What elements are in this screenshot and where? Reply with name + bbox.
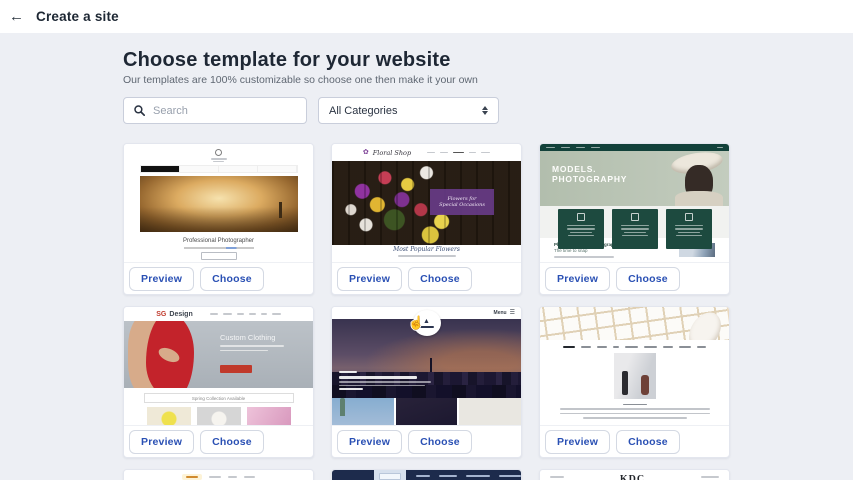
template-thumbnail-kdc[interactable]: KDC — [540, 470, 729, 480]
section-subtitle: Our templates are 100% customizable so c… — [123, 74, 478, 86]
template-thumbnail-partial-2[interactable] — [332, 470, 521, 480]
thumb-statue — [340, 398, 345, 416]
thumb-left-lines — [550, 474, 564, 480]
template-card-sg-design: SG Design Custom Clothing Spring Collect… — [123, 306, 314, 458]
template-thumbnail-sg-design[interactable]: SG Design Custom Clothing Spring Collect… — [124, 307, 313, 426]
thumb-hero-text — [339, 371, 431, 390]
back-arrow-icon[interactable]: ← — [9, 8, 27, 25]
thumb-button — [201, 252, 237, 260]
template-thumbnail-photographer[interactable]: Professional Photographer — [124, 144, 313, 263]
topbar: ← Create a site — [0, 0, 853, 33]
thumb-navbar — [124, 474, 313, 480]
choose-button[interactable]: Choose — [616, 267, 680, 291]
template-card-models-photography: MODELS. PHOTOGRAPHY Photography and vide… — [539, 143, 730, 295]
thumb-navbar — [540, 144, 729, 151]
thumb-hero-photo: ▲ — [332, 319, 521, 398]
preview-button[interactable]: Preview — [545, 430, 610, 454]
chevron-updown-icon — [482, 106, 488, 115]
thumb-brand: Floral Shop — [373, 149, 411, 157]
thumb-tagline — [184, 247, 254, 249]
template-thumbnail-keyboard-business[interactable] — [540, 307, 729, 426]
category-selected-value: All Categories — [329, 105, 397, 117]
preview-button[interactable]: Preview — [545, 267, 610, 291]
section-heading: Choose template for your website — [123, 49, 451, 72]
thumb-paragraph — [540, 404, 729, 419]
thumb-right-lines — [701, 474, 719, 480]
thumb-logo-badge: ▲ — [413, 310, 441, 336]
thumb-product-row — [124, 407, 313, 426]
template-card-kdc: KDC Preview Choose — [539, 469, 730, 480]
thumb-logo — [211, 149, 227, 162]
search-input[interactable] — [153, 105, 293, 117]
choose-button[interactable]: Choose — [408, 430, 472, 454]
template-card-partial-2: Preview Choose — [331, 469, 522, 480]
preview-button[interactable]: Preview — [129, 267, 194, 291]
thumb-navbar — [210, 313, 281, 315]
thumb-hero-title: Custom Clothing — [220, 333, 284, 351]
thumb-hero-title: MODELS. PHOTOGRAPHY — [552, 164, 627, 184]
page-title: Create a site — [36, 9, 119, 24]
thumb-center-photo — [614, 353, 656, 399]
thumb-navbar — [540, 346, 729, 348]
template-thumbnail-models-photography[interactable]: MODELS. PHOTOGRAPHY Photography and vide… — [540, 144, 729, 263]
category-select[interactable]: All Categories — [318, 97, 499, 124]
flower-icon: ✿ — [363, 149, 369, 156]
template-card-photographer: Professional Photographer Preview Choose — [123, 143, 314, 295]
thumb-keyboard-banner — [540, 307, 729, 340]
choose-button[interactable]: Choose — [200, 267, 264, 291]
thumb-hero-banner: Flowers for Special Occasions — [430, 189, 494, 215]
preview-button[interactable]: Preview — [337, 430, 402, 454]
preview-button[interactable]: Preview — [337, 267, 402, 291]
thumb-brand: KDC — [564, 474, 701, 480]
template-card-partial-1: Preview Choose — [123, 469, 314, 480]
choose-button[interactable]: Choose — [200, 430, 264, 454]
template-card-floral-shop: ✿ Floral Shop Flowers for Special Occasi… — [331, 143, 522, 295]
thumb-navbar — [140, 165, 298, 173]
mountain-icon: ▲ — [423, 318, 430, 325]
template-grid: Professional Photographer Preview Choose… — [123, 143, 730, 480]
thumb-navbar — [332, 470, 521, 480]
thumb-hero-photo: Flowers for Special Occasions — [332, 161, 521, 245]
thumb-hero-photo — [140, 176, 298, 232]
search-icon — [134, 105, 145, 116]
thumb-cta-button — [220, 365, 252, 373]
search-box — [123, 97, 307, 124]
template-thumbnail-floral-shop[interactable]: ✿ Floral Shop Flowers for Special Occasi… — [332, 144, 521, 263]
choose-button[interactable]: Choose — [616, 430, 680, 454]
menu-icon: ☰ — [510, 310, 515, 316]
choose-button[interactable]: Choose — [408, 267, 472, 291]
thumb-brand: Design — [169, 311, 192, 318]
template-thumbnail-partial-1[interactable] — [124, 470, 313, 480]
thumb-footer-caption: Most Popular Flowers — [332, 245, 521, 255]
thumb-hero-photo: MODELS. PHOTOGRAPHY — [540, 151, 729, 206]
template-thumbnail-city-travel[interactable]: Menu ☰ ▲ — [332, 307, 521, 426]
thumb-hero-photo: Custom Clothing — [124, 321, 313, 388]
thumb-gallery-row — [332, 398, 521, 426]
thumb-banner: Spring Collection Available — [144, 393, 294, 403]
thumb-brand-accent: SG — [156, 311, 166, 318]
preview-button[interactable]: Preview — [129, 430, 194, 454]
thumb-menu-label: Menu — [494, 310, 507, 316]
thumb-navbar — [427, 152, 490, 154]
template-card-city-travel: Menu ☰ ▲ — [331, 306, 522, 458]
template-card-keyboard-business: Preview Choose — [539, 306, 730, 458]
thumb-feature-cards — [540, 206, 729, 239]
thumb-title: Professional Photographer — [124, 238, 313, 244]
